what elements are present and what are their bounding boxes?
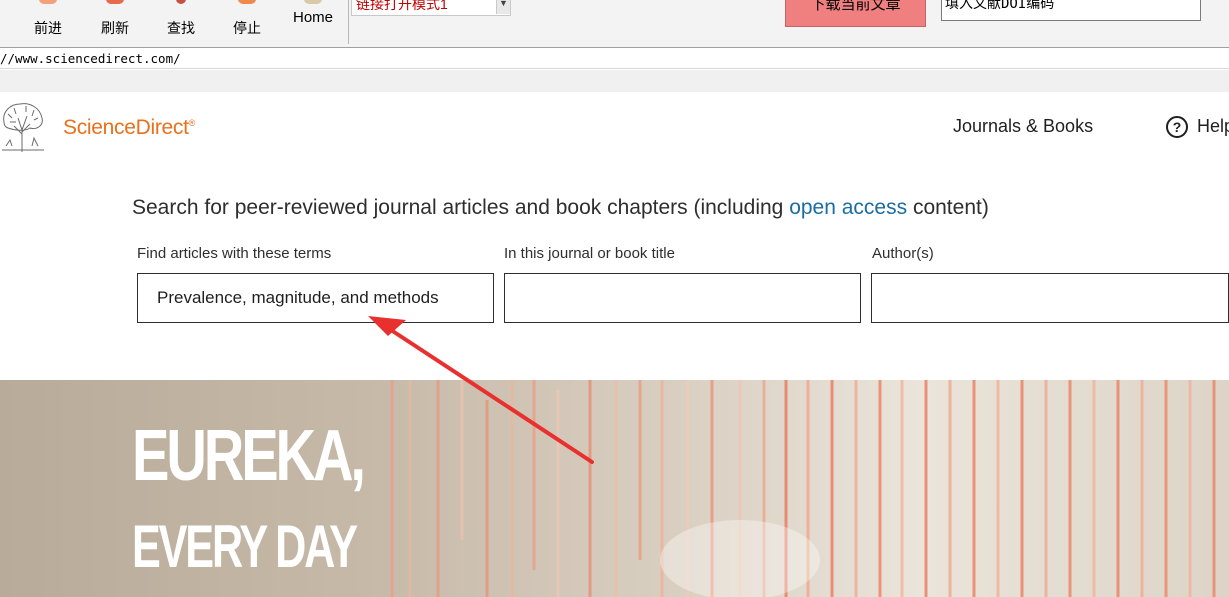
find-button[interactable]: 查找 bbox=[163, 0, 199, 36]
page-top-strip bbox=[0, 70, 1229, 92]
terms-field-label: Find articles with these terms bbox=[137, 245, 332, 262]
search-heading-text: Search for peer-reviewed journal article… bbox=[132, 196, 790, 219]
url-text: //www.sciencedirect.com/ bbox=[0, 51, 181, 66]
banner-headline-line2: EVERY DAY bbox=[132, 513, 358, 580]
home-icon bbox=[304, 0, 322, 4]
toolbar-separator bbox=[348, 0, 349, 44]
brand-name: ScienceDirect bbox=[63, 116, 189, 139]
refresh-label: 刷新 bbox=[101, 20, 129, 36]
terms-search-input[interactable]: Prevalence, magnitude, and methods bbox=[137, 273, 494, 323]
stop-icon bbox=[238, 0, 256, 4]
open-mode-select[interactable]: 链接打开模式1 ▼ bbox=[351, 0, 511, 16]
author-field-label: Author(s) bbox=[872, 245, 934, 262]
forward-label: 前进 bbox=[34, 20, 62, 36]
stop-label: 停止 bbox=[233, 20, 261, 36]
registered-mark: ® bbox=[188, 118, 196, 128]
nav-journals-books[interactable]: Journals & Books bbox=[953, 116, 1093, 137]
refresh-icon bbox=[106, 0, 124, 4]
forward-icon bbox=[39, 0, 57, 4]
browser-toolbar: 前进 刷新 查找 停止 Home 链接打开模式1 ▼ 下载当前文章 填入文献DO… bbox=[0, 0, 1229, 48]
banner-headline-line1: EUREKA, bbox=[132, 416, 366, 496]
home-label: Home bbox=[292, 9, 333, 26]
elsevier-tree-logo-icon[interactable] bbox=[0, 100, 46, 152]
forward-button[interactable]: 前进 bbox=[30, 0, 66, 36]
find-icon bbox=[176, 0, 186, 4]
nav-help[interactable]: Help bbox=[1197, 116, 1229, 137]
chevron-down-icon[interactable]: ▼ bbox=[496, 0, 510, 14]
search-heading-tail: content) bbox=[907, 196, 989, 219]
journal-field-label: In this journal or book title bbox=[504, 245, 675, 262]
sciencedirect-logo[interactable]: ScienceDirect® bbox=[63, 116, 195, 140]
stop-button[interactable]: 停止 bbox=[229, 0, 265, 36]
find-label: 查找 bbox=[167, 20, 195, 36]
open-access-link[interactable]: open access bbox=[789, 196, 907, 219]
home-button[interactable]: Home bbox=[288, 0, 338, 26]
open-mode-value: 链接打开模式1 bbox=[356, 0, 448, 12]
download-article-button[interactable]: 下载当前文章 bbox=[785, 0, 926, 27]
search-heading: Search for peer-reviewed journal article… bbox=[132, 196, 989, 220]
doi-input[interactable]: 填入文献DOI编码 bbox=[941, 0, 1201, 21]
help-icon[interactable]: ? bbox=[1166, 116, 1188, 138]
address-bar[interactable]: //www.sciencedirect.com/ bbox=[0, 49, 1229, 69]
author-input[interactable] bbox=[871, 273, 1229, 323]
journal-title-input[interactable] bbox=[504, 273, 861, 323]
refresh-button[interactable]: 刷新 bbox=[97, 0, 133, 36]
